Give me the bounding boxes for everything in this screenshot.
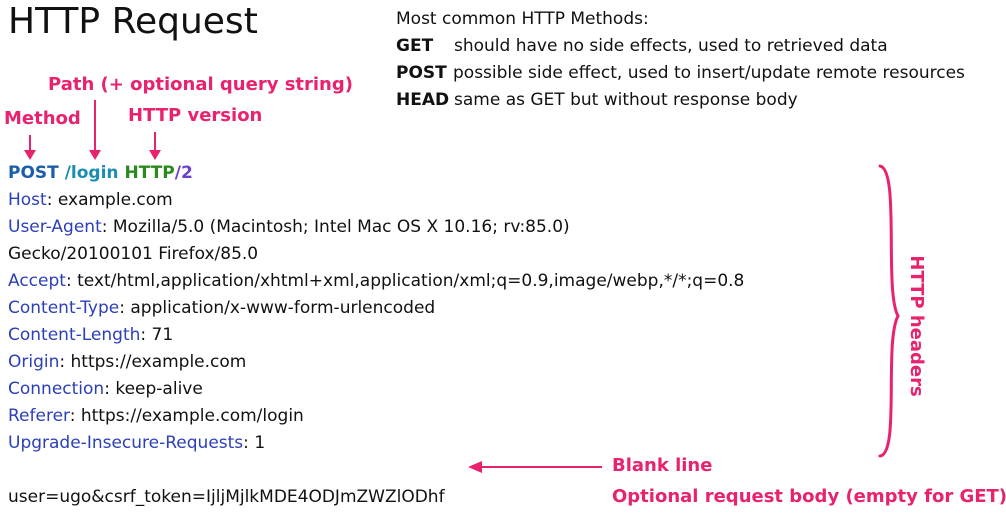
body-annotation: Optional request body (empty for GET) [612,486,1006,507]
header-colon: : [119,298,131,318]
request-body: user=ugo&csrf_token=IjljMjlkMDE4ODJmZWZl… [8,487,445,507]
header-colon: : [140,325,152,345]
header-colon: : [65,271,78,291]
headers-brace [878,164,900,458]
request-line: POST /login HTTP/2 [8,160,193,187]
header-row: User-Agent: Mozilla/5.0 (Macintosh; Inte… [8,214,570,241]
header-value: Gecko/20100101 Firefox/85.0 [8,244,259,264]
header-key: Accept [8,271,66,291]
blank-line-arrowhead [468,461,482,473]
header-colon: : [243,433,255,453]
header-colon: : [69,406,81,426]
blank-line-annotation: Blank line [612,455,713,476]
header-key: Origin [8,352,60,372]
header-row: Content-Length: 71 [8,322,173,349]
header-colon: : [59,352,71,372]
header-value: https://example.com [70,352,247,372]
header-value: Mozilla/5.0 (Macintosh; Intel Mac OS X 1… [112,217,570,237]
header-row: Content-Type: application/x-www-form-url… [8,295,435,322]
request-version: 2 [180,163,193,183]
header-value: example.com [57,190,173,210]
header-key: Host [8,190,47,210]
header-value: 1 [254,433,266,453]
header-colon: : [101,217,113,237]
header-value: https://example.com/login [80,406,304,426]
method-arrowhead [24,150,36,160]
header-key: Upgrade-Insecure-Requests [8,433,244,453]
header-row: Upgrade-Insecure-Requests: 1 [8,430,265,457]
path-arrowhead [89,150,101,160]
version-arrowhead [149,150,161,160]
header-row-continuation: Gecko/20100101 Firefox/85.0 [8,241,258,268]
header-colon: : [104,379,116,399]
headers-annotation: HTTP headers [906,255,927,397]
request-path: /login [64,163,119,183]
header-key: Connection [8,379,105,399]
header-value: application/x-www-form-urlencoded [130,298,436,318]
header-value: keep-alive [115,379,203,399]
header-row: Referer: https://example.com/login [8,403,304,430]
request-protocol: HTTP [124,163,175,183]
header-key: User-Agent [8,217,102,237]
header-row: Host: example.com [8,187,173,214]
header-value: 71 [151,325,174,345]
header-key: Content-Type [8,298,120,318]
header-colon: : [46,190,58,210]
header-row: Origin: https://example.com [8,349,246,376]
header-key: Content-Length [8,325,141,345]
header-row: Accept: text/html,application/xhtml+xml,… [8,268,744,295]
request-method: POST [8,163,59,183]
header-key: Referer [8,406,70,426]
header-value: text/html,application/xhtml+xml,applicat… [77,271,745,291]
header-row: Connection: keep-alive [8,376,203,403]
